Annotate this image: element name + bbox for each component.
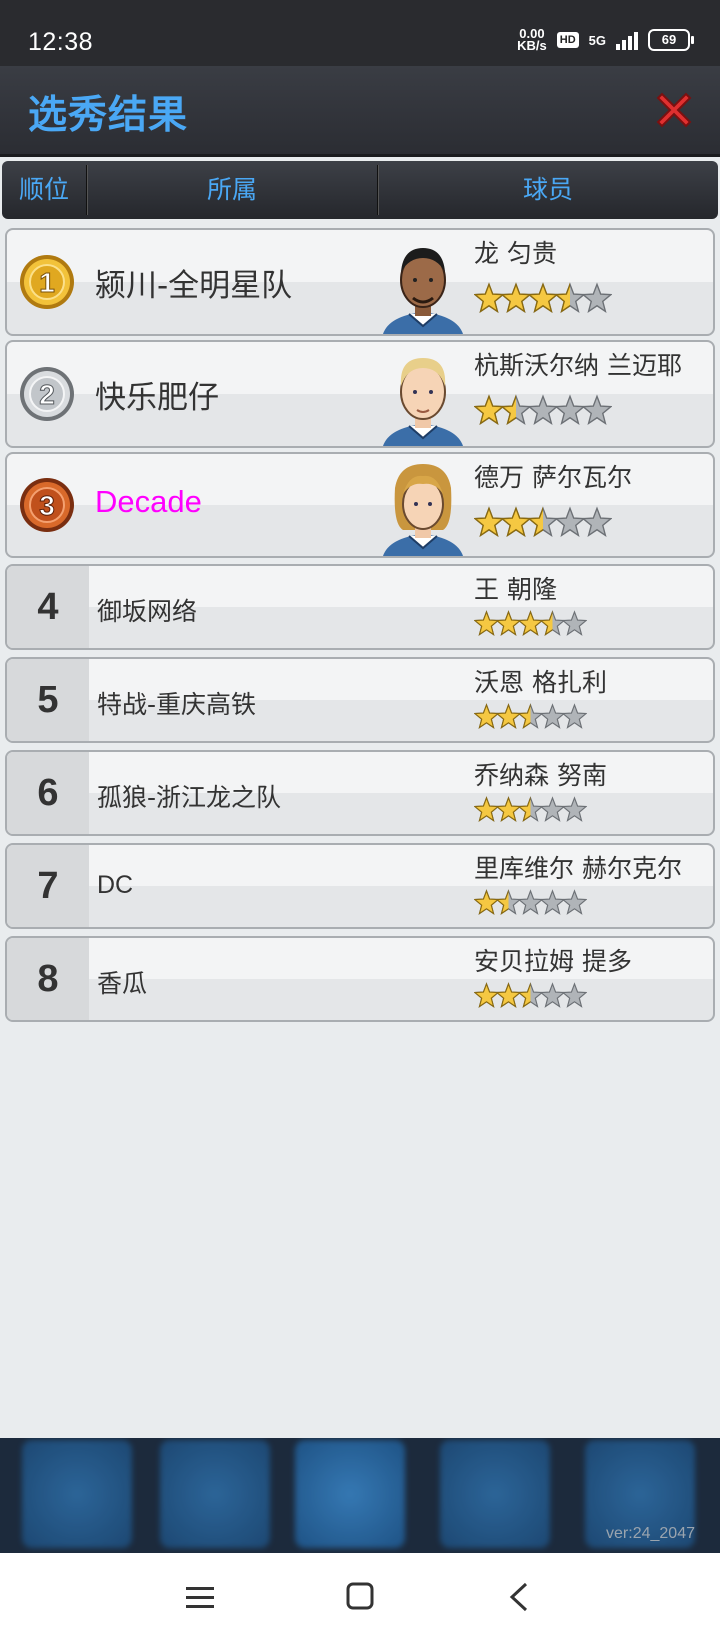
rank-number: 4 bbox=[37, 586, 59, 628]
star-empty-icon bbox=[562, 982, 587, 1008]
star-empty-icon bbox=[555, 394, 585, 426]
network-speed: 0.00 KB/s bbox=[517, 27, 547, 53]
player-portrait bbox=[383, 358, 463, 446]
version-label: ver:24_2047 bbox=[606, 1525, 695, 1542]
speed-unit: KB/s bbox=[517, 38, 547, 53]
draft-row-7[interactable]: 7 DC 里库维尔 赫尔克尔 bbox=[5, 843, 715, 929]
yen-tab-icon[interactable] bbox=[160, 1440, 270, 1548]
star-tab-icon[interactable] bbox=[22, 1440, 132, 1548]
draft-row-4[interactable]: 4 御坂网络 王 朝隆 bbox=[5, 564, 715, 650]
column-team: 所属 bbox=[206, 175, 257, 204]
star-full-icon bbox=[501, 506, 531, 538]
star-full-icon bbox=[474, 282, 504, 314]
star-rating bbox=[474, 703, 587, 730]
table-header: 顺位 所属 球员 bbox=[2, 161, 718, 219]
player-name: 德万 萨尔瓦尔 bbox=[474, 463, 632, 492]
star-rating bbox=[474, 394, 612, 426]
player-name: 龙 匀贵 bbox=[474, 239, 557, 268]
game-bottom-dock: ver:24_2047 bbox=[0, 1438, 720, 1553]
rank-number: 8 bbox=[37, 958, 59, 1000]
star-half-icon bbox=[528, 506, 558, 538]
team-name: 快乐肥仔 bbox=[95, 380, 219, 416]
star-empty-icon bbox=[528, 394, 558, 426]
rank-number: 5 bbox=[37, 679, 59, 721]
team-name: DC bbox=[97, 871, 134, 899]
draft-row-3[interactable]: 3 Decade 德万 萨尔瓦尔 bbox=[5, 452, 715, 558]
star-full-icon bbox=[474, 506, 504, 538]
player-name: 沃恩 格扎利 bbox=[474, 668, 607, 697]
star-empty-icon bbox=[562, 610, 587, 636]
rank-number: 6 bbox=[37, 772, 59, 814]
battery-icon: 69 bbox=[648, 29, 694, 51]
draft-row-8[interactable]: 8 香瓜 安贝拉姆 提多 bbox=[5, 936, 715, 1022]
gold-medal-icon: 1 bbox=[20, 255, 74, 309]
star-empty-icon bbox=[562, 703, 587, 729]
rank-1-medal-number: 1 bbox=[39, 267, 55, 298]
home-icon[interactable] bbox=[340, 1579, 380, 1615]
star-rating bbox=[474, 796, 587, 823]
status-icons: 0.00 KB/s HD 5G 69 bbox=[517, 27, 694, 53]
column-rank: 顺位 bbox=[18, 175, 69, 204]
star-half-icon bbox=[555, 282, 585, 314]
close-icon[interactable] bbox=[652, 88, 696, 132]
star-full-icon bbox=[528, 282, 558, 314]
player-portrait bbox=[383, 464, 463, 556]
team-name: 颍川-全明星队 bbox=[95, 268, 293, 304]
hd-icon: HD bbox=[556, 32, 579, 48]
draft-row-1[interactable]: 1 颍川-全明星队 龙 匀贵 bbox=[5, 228, 715, 336]
status-time: 12:38 bbox=[28, 28, 94, 56]
player-name: 乔纳森 努南 bbox=[474, 761, 607, 790]
player-name: 杭斯沃尔纳 兰迈耶 bbox=[474, 351, 682, 380]
player-name: 安贝拉姆 提多 bbox=[474, 947, 632, 976]
team-name: 孤狼-浙江龙之队 bbox=[97, 783, 282, 812]
dialog-header: 选秀结果 bbox=[0, 66, 720, 157]
star-rating bbox=[474, 282, 612, 314]
draft-row-2[interactable]: 2 快乐肥仔 杭斯沃尔纳 兰迈耶 bbox=[5, 340, 715, 448]
page-title: 选秀结果 bbox=[28, 93, 189, 138]
rank-3-medal-number: 3 bbox=[39, 490, 55, 521]
player-portrait bbox=[383, 248, 463, 334]
signal-icon bbox=[616, 30, 638, 50]
team-name: 御坂网络 bbox=[97, 597, 198, 626]
star-empty-icon bbox=[582, 282, 612, 314]
star-empty-icon bbox=[555, 506, 585, 538]
back-icon[interactable] bbox=[500, 1579, 540, 1615]
star-full-icon bbox=[474, 394, 504, 426]
silver-medal-icon: 2 bbox=[20, 367, 74, 421]
status-bar: 12:38 0.00 KB/s HD 5G 69 bbox=[0, 0, 720, 66]
star-rating bbox=[474, 982, 587, 1009]
star-empty-icon bbox=[562, 889, 587, 915]
network-type: 5G bbox=[588, 32, 606, 48]
rank-2-medal-number: 2 bbox=[39, 379, 55, 410]
team-name: 特战-重庆高铁 bbox=[97, 690, 257, 719]
player-name: 里库维尔 赫尔克尔 bbox=[474, 854, 682, 883]
star-empty-icon bbox=[582, 506, 612, 538]
star-full-icon bbox=[501, 282, 531, 314]
draft-row-6[interactable]: 6 孤狼-浙江龙之队 乔纳森 努南 bbox=[5, 750, 715, 836]
court-tab-icon[interactable] bbox=[295, 1440, 405, 1548]
bronze-medal-icon: 3 bbox=[20, 478, 74, 532]
draft-row-5[interactable]: 5 特战-重庆高铁 沃恩 格扎利 bbox=[5, 657, 715, 743]
star-rating bbox=[474, 889, 587, 916]
team-name: 香瓜 bbox=[97, 969, 148, 998]
column-player: 球员 bbox=[522, 175, 573, 204]
star-rating bbox=[474, 506, 612, 538]
star-empty-icon bbox=[582, 394, 612, 426]
team-name: Decade bbox=[95, 484, 202, 519]
star-rating bbox=[474, 610, 587, 637]
chat-tab-icon[interactable] bbox=[440, 1440, 550, 1548]
player-name: 王 朝隆 bbox=[474, 575, 557, 604]
system-nav-bar bbox=[0, 1553, 720, 1640]
star-half-icon bbox=[501, 394, 531, 426]
star-empty-icon bbox=[562, 796, 587, 822]
menu-icon[interactable] bbox=[180, 1579, 220, 1615]
rank-number: 7 bbox=[37, 865, 59, 907]
